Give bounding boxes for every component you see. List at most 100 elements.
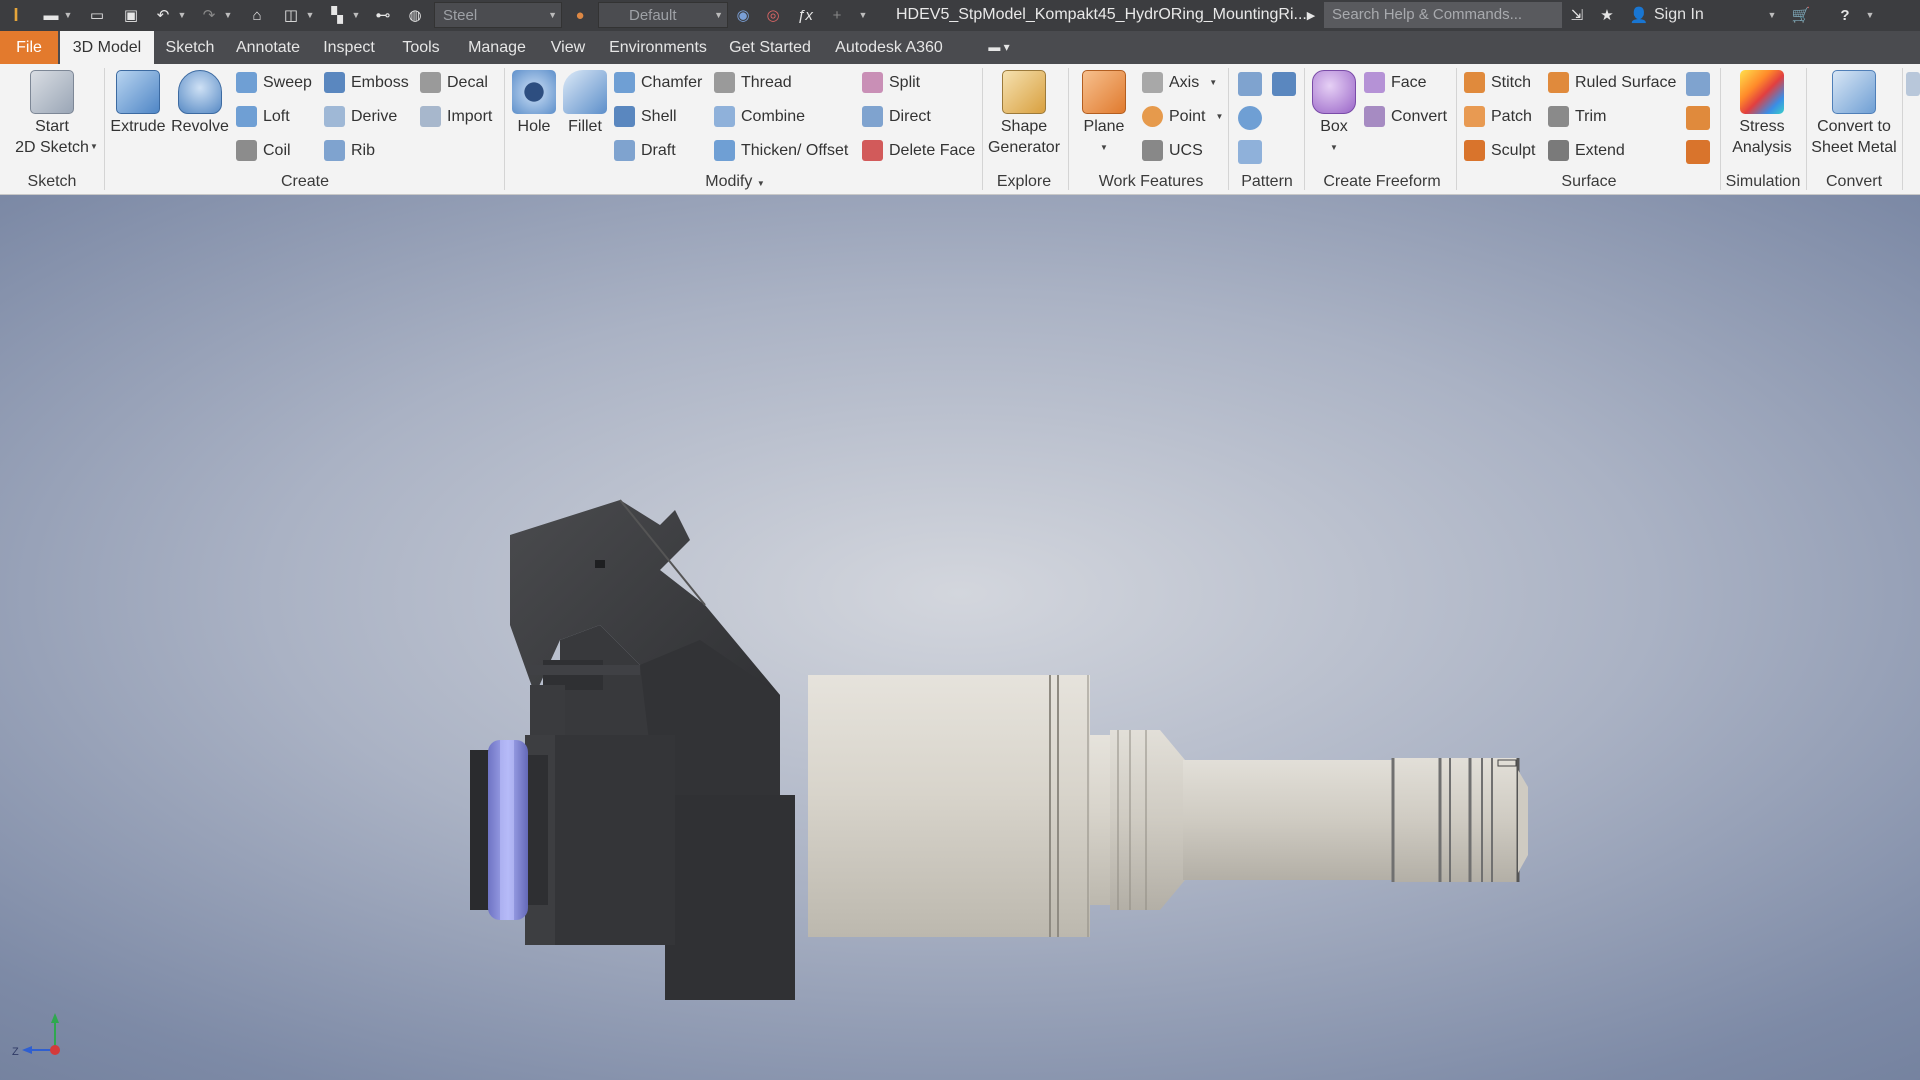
user-icon[interactable]: 👤 [1628, 4, 1650, 26]
patch-button[interactable]: Patch [1464, 106, 1532, 127]
replace-face-icon[interactable] [1686, 72, 1710, 96]
sweep-button[interactable]: Sweep [236, 72, 312, 93]
panel-label-modify[interactable]: Modify ▼ [690, 173, 780, 191]
shell-button[interactable]: Shell [614, 106, 677, 127]
new-dropdown-icon[interactable]: ▼ [62, 4, 74, 26]
update-icon[interactable]: ◫ [280, 4, 302, 26]
undo-dropdown-icon[interactable]: ▼ [176, 4, 188, 26]
help-search-input[interactable]: Search Help & Commands... [1324, 2, 1562, 28]
properties-icon[interactable]: ⊷ [372, 4, 394, 26]
loft-button[interactable]: Loft [236, 106, 290, 127]
ruled-surface-button[interactable]: Ruled Surface [1548, 72, 1676, 93]
favorites-star-icon[interactable]: ★ [1596, 4, 1618, 26]
update-dropdown-icon[interactable]: ▼ [304, 4, 316, 26]
sign-in-dropdown-icon[interactable]: ▼ [1766, 4, 1778, 26]
mirror-icon[interactable] [1272, 72, 1296, 96]
tab-annotate[interactable]: Annotate [230, 31, 306, 64]
material-globe-icon[interactable]: ◍ [404, 4, 426, 26]
customize-toolbar-icon[interactable]: ▼ [856, 4, 870, 26]
box-dropdown-icon: ▼ [1330, 143, 1338, 152]
split-button[interactable]: Split [862, 72, 920, 93]
new-document-icon[interactable]: ▬ [40, 4, 62, 26]
parameters-fx-icon[interactable]: ƒx [794, 4, 816, 26]
tab-autodesk-a360[interactable]: Autodesk A360 [830, 31, 948, 64]
cart-icon[interactable]: 🛒 [1790, 4, 1812, 26]
app-logo-icon[interactable]: I [4, 4, 28, 26]
tab-environments[interactable]: Environments [604, 31, 712, 64]
draft-button[interactable]: Draft [614, 140, 676, 161]
clear-appearance-icon[interactable]: ◎ [762, 4, 784, 26]
tab-tools[interactable]: Tools [394, 31, 448, 64]
circular-pattern-icon[interactable] [1238, 106, 1262, 130]
open-icon[interactable]: ▭ [86, 4, 108, 26]
panel-label-sketch: Sketch [27, 173, 77, 190]
fit-mesh-face-icon[interactable] [1686, 140, 1710, 164]
freeform-convert-button[interactable]: Convert [1364, 106, 1447, 127]
point-button[interactable]: Point ▼ [1142, 106, 1223, 127]
derive-button[interactable]: Derive [324, 106, 397, 127]
direct-button[interactable]: Direct [862, 106, 931, 127]
plane-button[interactable]: Plane ▼ [1076, 70, 1132, 158]
redo-icon[interactable]: ↷ [198, 4, 220, 26]
help-icon[interactable]: ? [1834, 4, 1856, 26]
tab-file[interactable]: File [0, 31, 58, 64]
sketch-dropdown-icon[interactable]: ▼ [90, 142, 98, 151]
decal-button[interactable]: Decal [420, 72, 488, 93]
adjust-appearance-icon[interactable]: ◉ [732, 4, 754, 26]
emboss-button[interactable]: Emboss [324, 72, 409, 93]
material-select[interactable]: Steel ▼ [434, 2, 562, 28]
hole-button[interactable]: Hole [510, 70, 558, 137]
coil-button[interactable]: Coil [236, 140, 291, 161]
home-icon[interactable]: ⌂ [246, 4, 268, 26]
shape-generator-button[interactable]: Shape Generator [988, 70, 1060, 158]
box-button[interactable]: Box ▼ [1310, 70, 1358, 158]
combine-button[interactable]: Combine [714, 106, 805, 127]
select-dropdown-icon[interactable]: ▼ [350, 4, 362, 26]
axis-button[interactable]: Axis ▼ [1142, 72, 1217, 93]
freeform-face-button[interactable]: Face [1364, 72, 1427, 93]
convert-to-sheet-metal-button[interactable]: Convert to Sheet Metal [1810, 70, 1898, 158]
chamfer-button[interactable]: Chamfer [614, 72, 702, 93]
help-dropdown-icon[interactable]: ▼ [1864, 4, 1876, 26]
sculpt-button[interactable]: Sculpt [1464, 140, 1535, 161]
tab-view[interactable]: View [544, 31, 592, 64]
ucs-button[interactable]: UCS [1142, 140, 1203, 161]
measure-plus-icon[interactable]: + [826, 4, 848, 26]
thicken-offset-button[interactable]: Thicken/ Offset [714, 140, 848, 161]
ribbon-display-toggle-icon[interactable]: ▬ ▾ [982, 31, 1016, 64]
appearance-select[interactable]: Default ▼ [598, 2, 728, 28]
save-icon[interactable]: ▣ [120, 4, 142, 26]
undo-icon[interactable]: ↶ [152, 4, 174, 26]
tab-sketch[interactable]: Sketch [160, 31, 220, 64]
extrude-button[interactable]: Extrude [110, 70, 166, 137]
delete-face-button[interactable]: Delete Face [862, 140, 975, 161]
rib-button[interactable]: Rib [324, 140, 375, 161]
fillet-button[interactable]: Fillet [560, 70, 610, 137]
tab-3d-model[interactable]: 3D Model [60, 31, 154, 64]
extend-button[interactable]: Extend [1548, 140, 1625, 161]
graphics-viewport[interactable]: Z [0, 195, 1920, 1080]
tab-get-started[interactable]: Get Started [724, 31, 816, 64]
ribbon-overflow-icon[interactable] [1906, 72, 1920, 96]
nozzle-tip [1183, 758, 1528, 882]
title-expand-arrow-icon[interactable]: ▶ [1304, 4, 1318, 26]
subscription-icon[interactable]: ⇲ [1566, 4, 1588, 26]
rectangular-pattern-icon[interactable] [1238, 72, 1262, 96]
sketch-driven-pattern-icon[interactable] [1238, 140, 1262, 164]
stress-analysis-button[interactable]: Stress Analysis [1726, 70, 1798, 158]
injector-model[interactable] [0, 195, 1920, 1080]
revolve-button[interactable]: Revolve [170, 70, 230, 137]
view-triad[interactable]: Z [10, 1005, 70, 1065]
tab-inspect[interactable]: Inspect [318, 31, 380, 64]
sign-in-link[interactable]: Sign In [1654, 6, 1704, 24]
start-2d-sketch-button[interactable]: Start 2D Sketch [10, 70, 94, 158]
repair-bodies-icon[interactable] [1686, 106, 1710, 130]
stitch-button[interactable]: Stitch [1464, 72, 1531, 93]
redo-dropdown-icon[interactable]: ▼ [222, 4, 234, 26]
select-icon[interactable]: ▚ [326, 4, 348, 26]
tab-manage[interactable]: Manage [462, 31, 532, 64]
thread-button[interactable]: Thread [714, 72, 792, 93]
import-button[interactable]: Import [420, 106, 492, 127]
trim-button[interactable]: Trim [1548, 106, 1606, 127]
appearance-sphere-icon[interactable]: ● [568, 4, 592, 26]
